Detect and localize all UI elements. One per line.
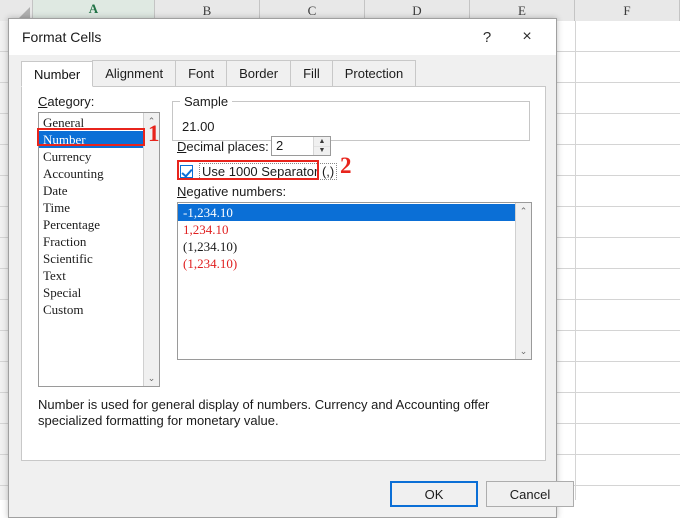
category-item-time[interactable]: Time	[39, 199, 143, 216]
decimal-places-stepper[interactable]: 2 ▲ ▼	[271, 136, 331, 156]
help-icon[interactable]: ?	[474, 25, 500, 49]
category-item-text[interactable]: Text	[39, 267, 143, 284]
use-1000-separator-row[interactable]: Use 1000 Separator (,)	[180, 163, 337, 180]
decimal-places-label: Decimal places:	[177, 139, 269, 154]
negative-numbers-listbox[interactable]: -1,234.10 1,234.10 (1,234.10) (1,234.10)…	[177, 202, 532, 360]
scroll-up-icon[interactable]: ⌃	[516, 203, 531, 219]
category-item-special[interactable]: Special	[39, 284, 143, 301]
dialog-tabstrip: Number Alignment Font Border Fill Protec…	[21, 61, 546, 87]
decimal-places-label-rest: ecimal places:	[186, 139, 268, 154]
category-item-percentage[interactable]: Percentage	[39, 216, 143, 233]
negative-format-option-2[interactable]: 1,234.10	[178, 221, 515, 238]
tab-font[interactable]: Font	[175, 60, 227, 86]
category-item-scientific[interactable]: Scientific	[39, 250, 143, 267]
tab-number[interactable]: Number	[21, 61, 93, 87]
dialog-title-bar: Format Cells ? ×	[9, 19, 556, 55]
dialog-title: Format Cells	[22, 29, 101, 45]
tab-alignment[interactable]: Alignment	[92, 60, 176, 86]
scroll-down-icon[interactable]: ⌄	[144, 370, 159, 386]
cancel-button[interactable]: Cancel	[486, 481, 574, 507]
category-label-rest: ategory:	[47, 94, 94, 109]
decimal-places-spin-buttons[interactable]: ▲ ▼	[313, 137, 330, 155]
negative-numbers-scrollbar[interactable]: ⌃ ⌄	[515, 203, 531, 359]
annotation-number-2: 2	[340, 153, 352, 179]
negative-numbers-label: Negative numbers:	[177, 184, 286, 199]
annotation-number-1: 1	[148, 121, 160, 147]
category-item-custom[interactable]: Custom	[39, 301, 143, 318]
ok-button[interactable]: OK	[390, 481, 478, 507]
category-item-general[interactable]: General	[39, 114, 143, 131]
decimal-places-input[interactable]: 2	[272, 137, 313, 155]
negative-format-option-3[interactable]: (1,234.10)	[178, 238, 515, 255]
category-scrollbar[interactable]: ⌃ ⌄	[143, 113, 159, 386]
category-description: Number is used for general display of nu…	[38, 397, 532, 429]
scroll-down-icon[interactable]: ⌄	[516, 343, 531, 359]
negative-numbers-items: -1,234.10 1,234.10 (1,234.10) (1,234.10)	[178, 203, 515, 359]
category-listbox[interactable]: General Number Currency Accounting Date …	[38, 112, 160, 387]
description-area: Number is used for general display of nu…	[38, 397, 532, 455]
format-cells-dialog: Format Cells ? × Number Alignment Font B…	[8, 18, 557, 518]
close-icon[interactable]: ×	[514, 25, 540, 49]
tab-border[interactable]: Border	[226, 60, 291, 86]
category-item-date[interactable]: Date	[39, 182, 143, 199]
column-header-f[interactable]: F	[575, 0, 680, 21]
category-item-accounting[interactable]: Accounting	[39, 165, 143, 182]
use-1000-separator-checkbox[interactable]	[180, 165, 193, 178]
column-gridline	[575, 21, 576, 500]
category-item-currency[interactable]: Currency	[39, 148, 143, 165]
negative-numbers-label-rest: egative numbers:	[186, 184, 286, 199]
number-tab-panel: Category: General Number Currency Accoun…	[21, 86, 546, 461]
category-label: Category:	[38, 94, 94, 109]
spin-down-icon[interactable]: ▼	[314, 147, 330, 156]
spin-up-icon[interactable]: ▲	[314, 137, 330, 147]
category-items: General Number Currency Accounting Date …	[39, 113, 143, 386]
category-item-number[interactable]: Number	[39, 131, 143, 148]
sample-value: 21.00	[182, 119, 215, 134]
negative-format-option-4[interactable]: (1,234.10)	[178, 255, 515, 272]
tab-fill[interactable]: Fill	[290, 60, 333, 86]
category-item-fraction[interactable]: Fraction	[39, 233, 143, 250]
negative-format-option-1[interactable]: -1,234.10	[178, 204, 515, 221]
use-1000-separator-label[interactable]: Use 1000 Separator (,)	[199, 163, 337, 180]
sample-label: Sample	[180, 94, 232, 109]
tab-protection[interactable]: Protection	[332, 60, 417, 86]
